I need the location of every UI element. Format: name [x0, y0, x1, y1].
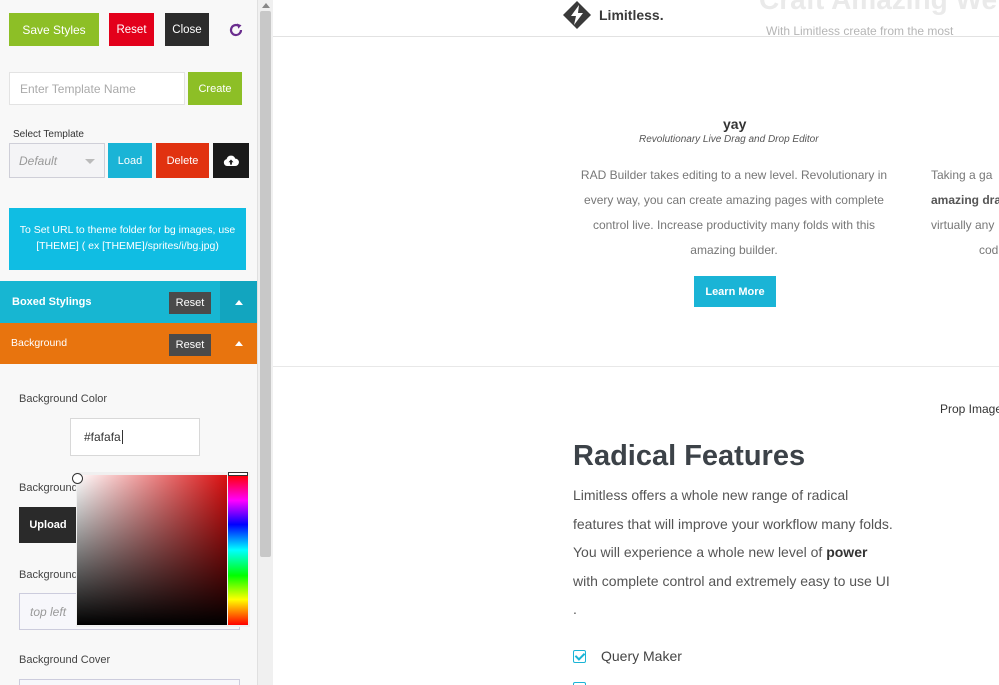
panel-scrollbar[interactable] [257, 0, 273, 685]
feature2-line: amazing dra [931, 193, 999, 207]
background-section[interactable]: Background Reset [0, 323, 257, 364]
bg-cover-label: Background Cover [19, 654, 111, 666]
learn-more-button[interactable]: Learn More [694, 276, 776, 307]
close-button[interactable]: Close [165, 13, 209, 46]
background-reset-button[interactable]: Reset [169, 334, 211, 356]
feature2-line: virtually any [931, 218, 995, 232]
limitless-logo-icon [563, 1, 591, 29]
radical-features-body: Limitless offers a whole new range of ra… [573, 487, 893, 617]
template-select[interactable]: Default [9, 143, 105, 178]
chevron-up-icon [234, 299, 243, 305]
prop-image-label: Prop Image [940, 402, 999, 416]
load-template-button[interactable]: Load [108, 143, 152, 178]
cloud-upload-button[interactable] [213, 143, 249, 178]
section-divider [273, 366, 999, 367]
feature2-line: cod [979, 243, 999, 257]
page-preview: Craft Amazing We With Limitless create f… [273, 0, 999, 685]
style-editor-panel: Save Styles Reset Close Enter Template N… [0, 0, 257, 685]
bg-cover-input[interactable] [19, 679, 240, 685]
boxed-reset-button[interactable]: Reset [169, 292, 211, 314]
background-section-title: Background [11, 337, 68, 349]
scroll-up-icon[interactable] [262, 3, 270, 8]
bg-image-label: Background [19, 482, 78, 494]
boxed-stylings-section[interactable]: Boxed Stylings Reset [0, 281, 257, 323]
refresh-icon[interactable] [226, 19, 246, 41]
create-template-button[interactable]: Create [188, 72, 242, 105]
feature-body: RAD Builder takes editing to a new level… [580, 168, 888, 257]
reset-button[interactable]: Reset [109, 13, 154, 46]
scroll-thumb[interactable] [260, 11, 271, 557]
delete-template-button[interactable]: Delete [156, 143, 209, 178]
refresh-icon-svg [229, 23, 243, 37]
saturation-handle[interactable] [72, 473, 83, 484]
bg-color-label: Background Color [19, 393, 108, 405]
hue-slider[interactable] [228, 475, 248, 625]
feature-list-item: Query Maker [601, 648, 682, 664]
template-select-value: Default [19, 153, 58, 168]
feature2-line: Taking a ga [931, 168, 993, 182]
hero-headline: Craft Amazing We [759, 0, 997, 16]
boxed-toggle[interactable] [220, 281, 257, 323]
bg-color-value: #fafafa [84, 430, 121, 444]
color-picker[interactable] [72, 472, 250, 627]
checkbox-checked-icon [573, 650, 586, 663]
cloud-upload-icon [223, 155, 239, 166]
background-toggle[interactable] [220, 323, 257, 364]
template-name-input[interactable]: Enter Template Name [9, 72, 185, 105]
header-divider [273, 36, 999, 37]
text-caret [121, 430, 123, 444]
theme-url-info: To Set URL to theme folder for bg images… [9, 208, 246, 270]
hue-handle[interactable] [228, 472, 248, 476]
bg-color-input[interactable]: #fafafa [70, 418, 200, 456]
boxed-stylings-title: Boxed Stylings [12, 296, 92, 308]
feature2-body: Taking a ga amazing dra virtually any co… [931, 163, 999, 263]
bg-position-label: Background [19, 569, 78, 581]
chevron-up-icon [234, 341, 243, 346]
feature-title: yay [723, 116, 747, 132]
saturation-value-area[interactable] [72, 473, 227, 625]
feature-subtitle: Revolutionary Live Drag and Drop Editor [639, 134, 819, 145]
radical-features-title: Radical Features [573, 440, 806, 472]
upload-button[interactable]: Upload [19, 507, 77, 543]
select-template-label: Select Template [13, 129, 84, 140]
logo-text: Limitless. [599, 7, 664, 23]
chevron-down-icon [85, 159, 95, 164]
app-root: Save Styles Reset Close Enter Template N… [0, 0, 999, 685]
save-styles-button[interactable]: Save Styles [9, 13, 99, 46]
